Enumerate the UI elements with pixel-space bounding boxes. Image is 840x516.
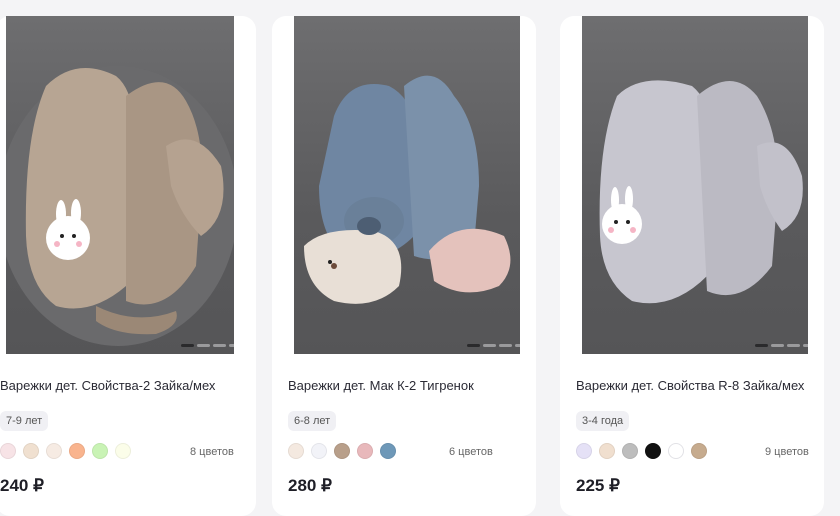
carousel-dots [755,344,808,347]
color-swatch[interactable] [69,443,85,459]
color-swatch[interactable] [380,443,396,459]
carousel-dot[interactable] [229,344,234,347]
color-swatches [288,443,396,459]
product-title[interactable]: Варежки дет. Мак К-2 Тигренок [288,377,538,394]
carousel-dot[interactable] [213,344,226,347]
color-swatch[interactable] [288,443,304,459]
colors-count[interactable]: 9 цветов [765,446,809,458]
product-card[interactable]: Варежки дет. Мак К-2 Тигренок 6-8 лет 6 … [272,16,536,516]
age-badge: 7-9 лет [0,411,49,431]
carousel-dot[interactable] [803,344,808,347]
color-swatch[interactable] [357,443,373,459]
mittens-illustration [304,75,511,304]
color-swatch[interactable] [311,443,327,459]
carousel-dot[interactable] [755,344,768,347]
color-swatch[interactable] [599,443,615,459]
carousel-dot[interactable] [467,344,480,347]
color-swatch[interactable] [691,443,707,459]
color-swatch[interactable] [334,443,350,459]
carousel-dots [467,344,520,347]
carousel-dot[interactable] [787,344,800,347]
product-price: 225 ₽ [576,476,620,495]
age-badge: 3-4 года [576,411,630,431]
color-swatch[interactable] [92,443,108,459]
product-card[interactable]: Варежки дет. Свойства R-8 Зайка/мех 3-4 … [560,16,824,516]
product-image[interactable] [6,16,234,354]
carousel-dot[interactable] [771,344,784,347]
carousel-dot[interactable] [197,344,210,347]
carousel-dot[interactable] [181,344,194,347]
mittens-illustration [599,80,803,304]
color-swatch[interactable] [0,443,16,459]
color-swatch[interactable] [46,443,62,459]
age-badge: 6-8 лет [288,411,337,431]
color-swatch[interactable] [115,443,131,459]
carousel-dot[interactable] [483,344,496,347]
carousel-dot[interactable] [515,344,520,347]
carousel-dot[interactable] [499,344,512,347]
color-swatches [576,443,707,459]
product-image[interactable] [294,16,520,354]
product-price: 280 ₽ [288,476,332,495]
color-swatches [0,443,131,459]
carousel-dots [181,344,234,347]
colors-count[interactable]: 8 цветов [190,446,234,458]
product-image[interactable] [582,16,808,354]
color-swatch[interactable] [622,443,638,459]
product-price: 240 ₽ [0,476,44,495]
product-card[interactable]: Варежки дет. Свойства-2 Зайка/мех 7-9 ле… [0,16,256,516]
color-swatch[interactable] [23,443,39,459]
colors-count[interactable]: 6 цветов [449,446,493,458]
product-title[interactable]: Варежки дет. Свойства-2 Зайка/мех [0,377,250,394]
product-title[interactable]: Варежки дет. Свойства R-8 Зайка/мех [576,377,812,394]
mittens-illustration [6,66,234,346]
color-swatch[interactable] [645,443,661,459]
color-swatch[interactable] [576,443,592,459]
color-swatch[interactable] [668,443,684,459]
